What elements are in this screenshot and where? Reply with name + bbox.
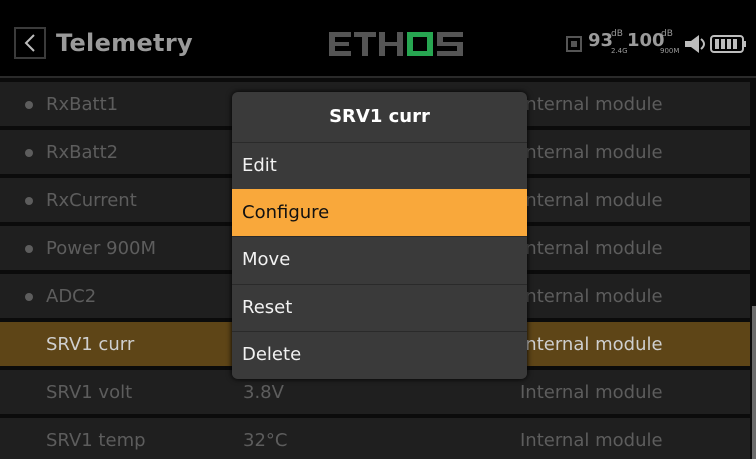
battery-icon [710,35,746,53]
sensor-module: Internal module [520,142,663,163]
rssi-icon [566,36,582,52]
menu-item-label: Edit [242,155,277,176]
sensor-module: Internal module [520,430,663,451]
rssi-24-unit: dB [611,29,623,39]
sensor-name: SRV1 curr [46,334,135,355]
menu-item-label: Reset [242,297,293,318]
sensor-value: 3.8V [243,382,284,403]
menu-item-edit[interactable]: Edit [232,142,527,189]
header-separator [0,76,756,78]
screen: Telemetry 93 dB 2.4G 100 dB 900M RxBatt1… [0,0,756,459]
sensor-name: RxCurrent [46,190,137,211]
sensor-value: 32°C [243,430,288,451]
menu-item-label: Move [242,249,291,270]
header-bar: Telemetry 93 dB 2.4G 100 dB 900M [0,0,756,76]
rssi-24-band: 2.4G [611,47,628,55]
context-menu: SRV1 curr Edit Configure Move Reset Dele… [232,92,527,379]
dot-icon [25,197,33,205]
sensor-module: Internal module [520,286,663,307]
menu-item-label: Delete [242,344,302,365]
sensor-name: Power 900M [46,238,157,259]
back-button[interactable] [14,27,46,59]
speaker-icon[interactable] [683,33,709,55]
sensor-name: RxBatt1 [46,94,119,115]
sensor-name: SRV1 temp [46,430,146,451]
dot-icon [25,245,33,253]
rssi-900-value: 100 [627,30,665,51]
page-title: Telemetry [56,29,193,57]
ethos-logo [329,32,463,56]
rssi-24-value: 93 [588,30,614,51]
sensor-name: SRV1 volt [46,382,133,403]
sensor-module: Internal module [520,190,663,211]
sensor-row[interactable]: SRV1 temp 32°C Internal module [0,418,750,459]
menu-item-configure[interactable]: Configure [232,189,527,236]
sensor-name: RxBatt2 [46,142,119,163]
dot-icon [25,149,33,157]
status-bar: 93 dB 2.4G 100 dB 900M [566,29,750,59]
rssi-900-unit: dB [661,29,673,39]
menu-item-delete[interactable]: Delete [232,331,527,378]
sensor-module: Internal module [520,334,663,355]
sensor-module: Internal module [520,382,663,403]
dot-icon [25,101,33,109]
menu-item-label: Configure [242,202,330,223]
chevron-left-icon [24,34,35,52]
sensor-name: ADC2 [46,286,97,307]
sensor-module: Internal module [520,94,663,115]
context-menu-title: SRV1 curr [329,106,430,127]
rssi-900-band: 900M [660,47,680,55]
menu-item-reset[interactable]: Reset [232,284,527,331]
scrollbar[interactable] [752,306,756,459]
sensor-module: Internal module [520,238,663,259]
menu-item-move[interactable]: Move [232,236,527,283]
dot-icon [25,293,33,301]
